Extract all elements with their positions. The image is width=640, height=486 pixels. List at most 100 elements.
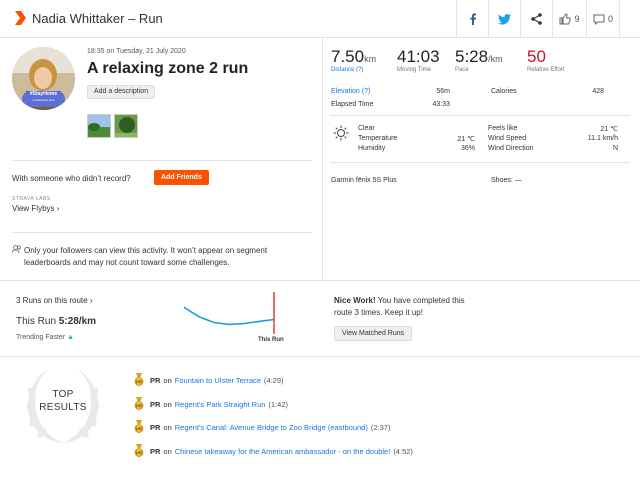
list-item: PR PR on Chinese takeaway for the Americ… — [134, 443, 413, 459]
segment-time: (4:52) — [393, 446, 413, 456]
moving-time-value: 41:03 — [397, 47, 440, 66]
wind-speed-value: 11.1 km/h — [587, 135, 618, 142]
feels-like-value: 21 ℃ — [600, 126, 618, 133]
device-name: Garmin fēnix 5S Plus — [331, 177, 397, 184]
runs-on-route-link[interactable]: 3 Runs on this route › — [16, 296, 93, 305]
relative-effort-label: Relative Effort — [527, 67, 565, 73]
pr-medal-icon: PR — [134, 396, 144, 412]
pr-on: on — [163, 446, 172, 456]
wind-direction-label: Wind Direction — [488, 145, 534, 152]
top-results-line2: RESULTS — [39, 402, 87, 413]
svg-text:PR: PR — [136, 379, 143, 384]
add-description-button[interactable]: Add a description — [87, 85, 156, 99]
distance-unit: km — [364, 54, 377, 64]
stat-distance: 7.50km Distance (?) — [331, 47, 376, 73]
segment-time: (1:42) — [268, 399, 289, 409]
list-item: PR PR on Regent's Park Straight Run (1:4… — [134, 396, 289, 412]
chevron-right-icon: › — [89, 296, 93, 305]
pace-unit: /km — [488, 54, 503, 64]
segment-link[interactable]: Chinese takeaway for the American ambass… — [175, 447, 391, 456]
share-button[interactable] — [520, 0, 552, 38]
avatar-badge-subtext: I could save lives — [32, 98, 55, 102]
wind-direction-value: N — [612, 145, 618, 152]
weather-divider — [330, 162, 630, 163]
facebook-share-button[interactable] — [456, 0, 488, 38]
shoes-value[interactable]: Shoes: — — [491, 177, 522, 184]
list-item: PR PR on Regent's Canal: Avenue Bridge t… — [134, 419, 391, 434]
wind-speed-label: Wind Speed — [488, 135, 527, 142]
add-friends-button[interactable]: Add Friends — [154, 170, 209, 185]
list-item: PR PR on Fountain to Ulster Terrace (4:2… — [134, 372, 284, 387]
activity-photo-thumbnail[interactable] — [114, 114, 138, 138]
elevation-value: 56m — [436, 88, 450, 95]
nice-work-heading: Nice Work! — [334, 296, 376, 305]
someone-prompt: With someone who didn’t record? — [12, 174, 131, 183]
thumbs-up-icon — [559, 13, 571, 25]
twitter-share-button[interactable] — [488, 0, 520, 38]
pace-value: 5:28 — [455, 47, 489, 66]
privacy-notice: Only your followers can view this activi… — [24, 246, 268, 267]
humidity-label: Humidity — [358, 145, 386, 152]
trend-line — [183, 306, 275, 326]
this-run-label: This Run — [16, 316, 57, 327]
temperature-label: Temperature — [358, 135, 398, 142]
strava-labs-label: STRAVA LABS — [12, 196, 51, 202]
stat-relative-effort[interactable]: 50 Relative Effort — [527, 47, 565, 73]
header-title: Nadia Whittaker – Run — [32, 11, 163, 26]
this-run-value: 5:28/km — [58, 316, 97, 327]
pr-label: PR — [150, 399, 161, 409]
comment-icon — [593, 14, 605, 25]
left-divider — [12, 160, 312, 161]
view-flybys-link[interactable]: View Flybys › — [12, 204, 59, 213]
view-matched-runs-button[interactable]: View Matched Runs — [334, 326, 413, 341]
activity-title[interactable]: A relaxing zone 2 run — [87, 60, 248, 78]
twitter-icon — [498, 13, 511, 25]
humidity-value: 36% — [460, 145, 475, 152]
pr-medal-icon: PR — [134, 443, 144, 459]
distance-label[interactable]: Distance (?) — [331, 67, 376, 73]
segment-link[interactable]: Regent's Canal: Avenue Bridge to Zoo Bri… — [175, 423, 368, 432]
this-run-pace: This Run 5:28/km — [16, 316, 96, 327]
pr-on: on — [163, 375, 172, 385]
elapsed-time-value: 43:33 — [432, 101, 450, 108]
calories-value: 428 — [592, 88, 604, 95]
avatar-badge-text: #StayHome — [29, 91, 58, 97]
kudos-button[interactable]: 9 — [552, 0, 586, 38]
comment-button[interactable]: 0 — [586, 0, 620, 38]
stats-divider — [330, 115, 630, 116]
left-divider — [12, 232, 312, 233]
svg-text:PR: PR — [136, 426, 143, 431]
feels-like-label: Feels like — [488, 125, 518, 132]
share-icon — [531, 13, 542, 25]
trend-up-arrow-icon: ▲ — [67, 334, 75, 341]
elapsed-time-label: Elapsed Time — [331, 101, 374, 108]
back-chevron-icon[interactable] — [14, 11, 26, 27]
segment-link[interactable]: Regent's Park Straight Run — [175, 400, 266, 409]
athlete-avatar[interactable]: #StayHome I could save lives — [12, 47, 75, 110]
temperature-value: 21 ℃ — [457, 136, 475, 143]
chevron-right-icon: › — [56, 204, 60, 213]
sun-icon — [333, 125, 349, 143]
pr-on: on — [163, 422, 172, 432]
section-divider — [0, 280, 640, 281]
runs-on-route-label: 3 Runs on this route — [16, 296, 88, 305]
activity-datetime: 18:35 on Tuesday, 21 July 2020 — [87, 48, 186, 55]
segment-link[interactable]: Fountain to Ulster Terrace — [175, 376, 261, 385]
segment-time: (2:37) — [370, 422, 391, 432]
pr-label: PR — [150, 422, 161, 432]
weather-condition: Clear — [358, 125, 375, 132]
followers-icon — [11, 245, 22, 256]
relative-effort-value: 50 — [527, 47, 546, 66]
activity-header: Nadia Whittaker – Run 9 0 — [0, 0, 640, 38]
view-flybys-label: View Flybys — [12, 204, 55, 213]
comment-count: 0 — [607, 14, 613, 24]
column-divider — [322, 38, 323, 280]
pr-label: PR — [150, 375, 161, 385]
top-results-line1: TOP — [52, 389, 74, 400]
this-run-tag: This Run — [258, 337, 284, 343]
elevation-label[interactable]: Elevation (?) — [331, 88, 370, 95]
activity-photo-thumbnail[interactable] — [87, 114, 111, 138]
nice-work-message: Nice Work! You have completed this route… — [334, 295, 484, 319]
distance-value: 7.50 — [331, 47, 365, 66]
moving-time-label: Moving Time — [397, 67, 432, 73]
